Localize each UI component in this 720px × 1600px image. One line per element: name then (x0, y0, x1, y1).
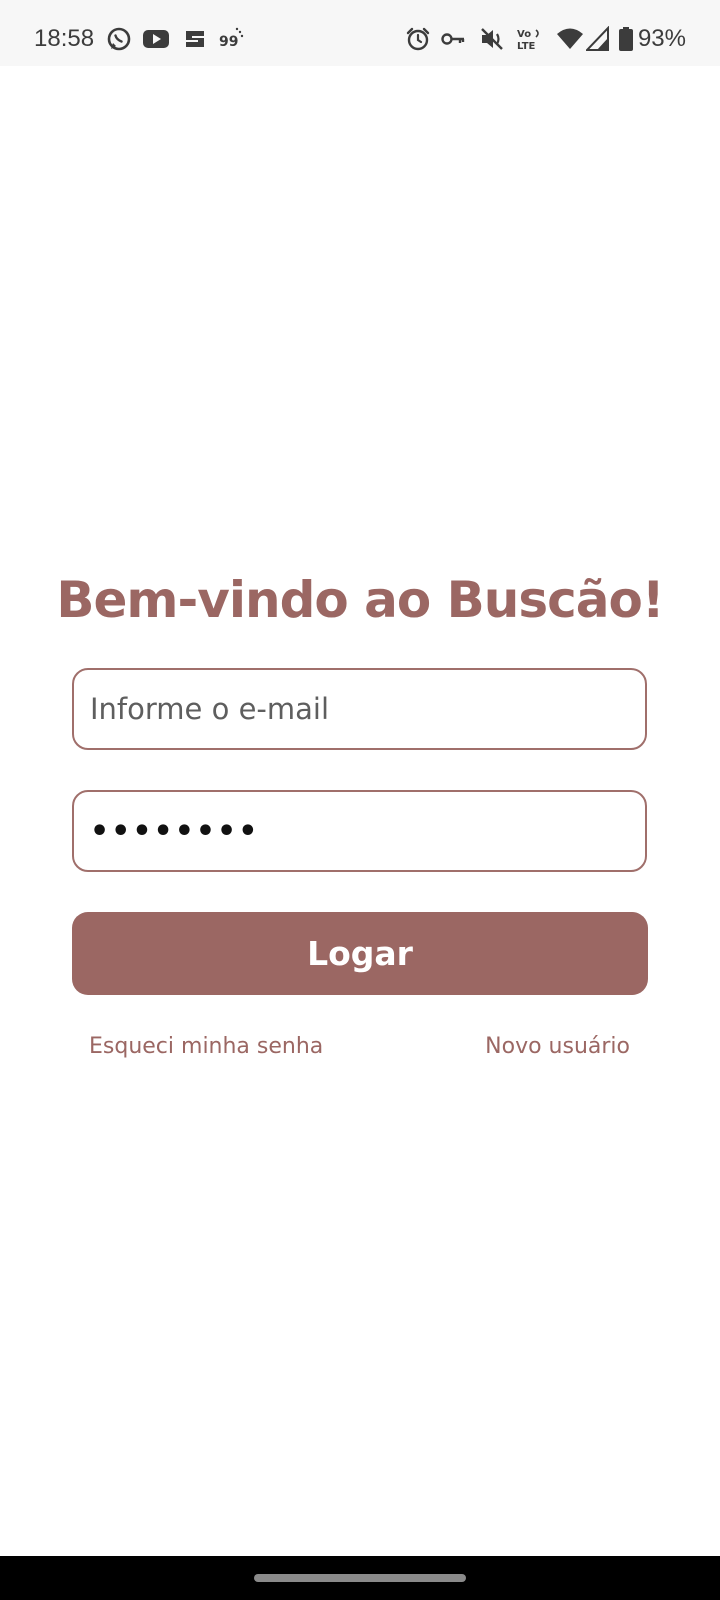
vibrate-off-icon (479, 26, 505, 52)
battery-percent: 93% (637, 25, 686, 52)
battery-icon (618, 26, 634, 52)
email-field-container[interactable] (72, 668, 647, 750)
password-field-container[interactable] (72, 790, 647, 872)
svg-text:Vo: Vo (517, 29, 531, 40)
login-button[interactable]: Logar (72, 912, 648, 995)
email-input[interactable] (90, 670, 629, 748)
navigation-bar (0, 1556, 720, 1600)
volte-icon: Vo LTE (516, 26, 546, 52)
home-gesture-handle[interactable] (254, 1574, 466, 1582)
forgot-password-link[interactable]: Esqueci minha senha (89, 1030, 323, 1064)
password-input[interactable] (90, 792, 629, 870)
status-time: 18:58 (34, 25, 95, 52)
alarm-icon (405, 26, 431, 52)
login-screen: 18:58 99 Vo LTE 93% Bem-vindo ao Buscão!… (0, 0, 720, 1600)
wifi-icon (556, 26, 584, 52)
status-bar: 18:58 99 Vo LTE 93% (0, 0, 720, 66)
app-99-icon: 99 (218, 26, 244, 52)
signal-icon (586, 26, 610, 52)
whatsapp-icon (106, 26, 132, 52)
new-user-link[interactable]: Novo usuário (485, 1030, 630, 1064)
vpn-key-icon (440, 26, 466, 52)
youtube-icon (142, 26, 170, 52)
svg-text:LTE: LTE (517, 41, 536, 52)
welcome-title: Bem-vindo ao Buscão! (56, 571, 664, 629)
svg-text:99: 99 (219, 34, 238, 50)
app-s-icon (182, 26, 208, 52)
